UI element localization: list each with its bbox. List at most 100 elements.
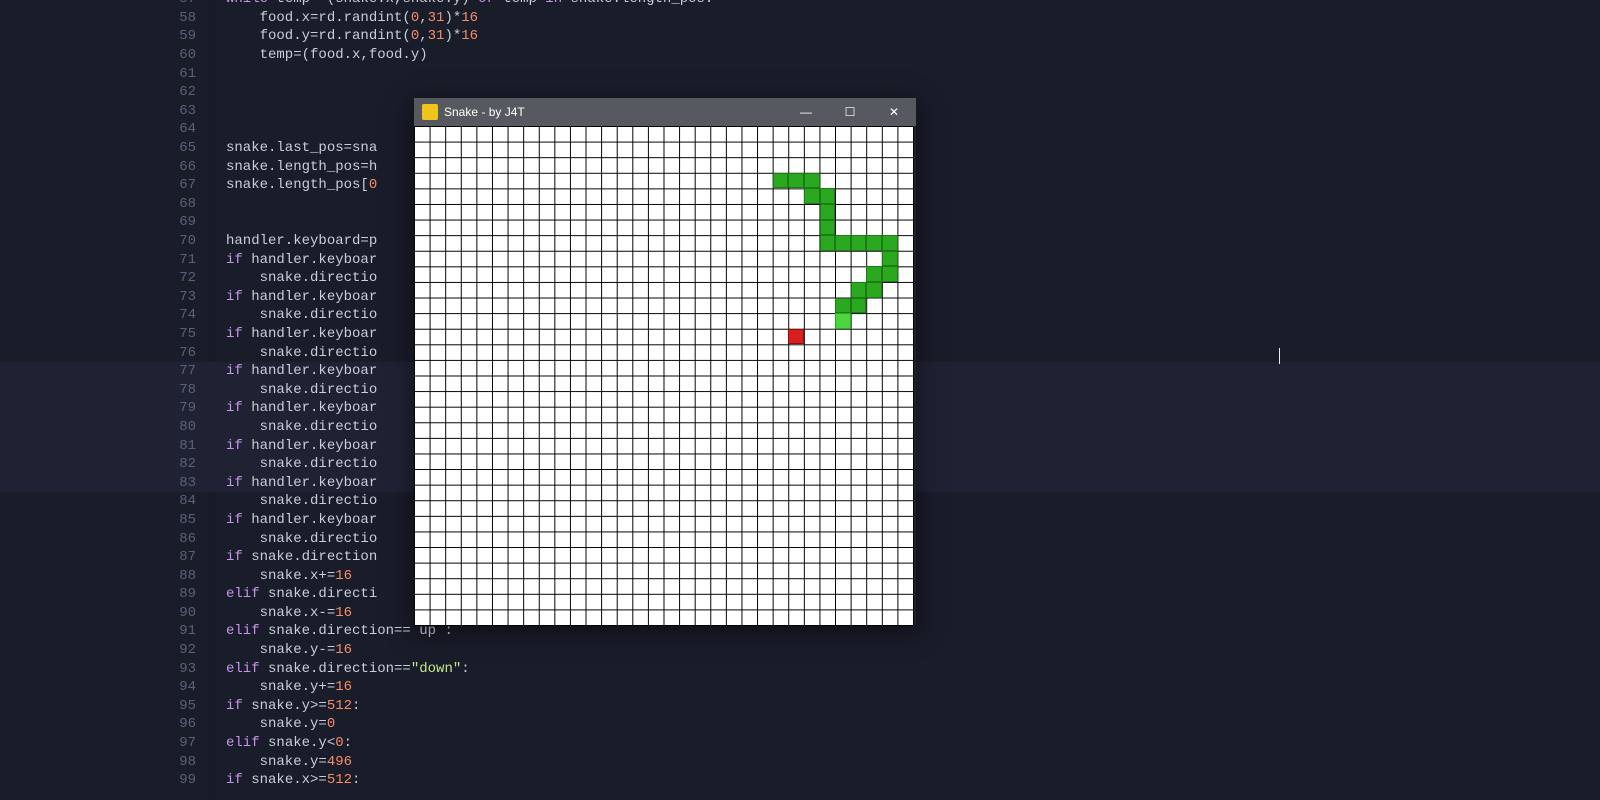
snake-segment xyxy=(851,235,867,251)
code-text[interactable]: food.x=rd.randint(0,31)*16 xyxy=(206,10,478,26)
code-text[interactable]: elif snake.y<0: xyxy=(206,735,352,751)
code-text[interactable]: food.y=rd.randint(0,31)*16 xyxy=(206,28,478,44)
line-number: 63 xyxy=(0,103,206,119)
line-number: 57 xyxy=(0,0,206,7)
line-number: 95 xyxy=(0,698,206,714)
line-number: 84 xyxy=(0,493,206,509)
snake-segment xyxy=(835,298,851,314)
code-text[interactable]: while temp==(snake.x,snake.y) or temp in… xyxy=(206,0,713,7)
line-number: 81 xyxy=(0,438,206,454)
code-text[interactable]: snake.x+=16 xyxy=(206,568,352,584)
game-titlebar[interactable]: Snake - by J4T — ☐ ✕ xyxy=(414,98,916,126)
line-number: 94 xyxy=(0,679,206,695)
code-text[interactable]: elif snake.direction=="down": xyxy=(206,661,470,677)
line-number: 87 xyxy=(0,549,206,565)
code-text[interactable]: if snake.y>=512: xyxy=(206,698,360,714)
line-number: 79 xyxy=(0,400,206,416)
code-text[interactable]: snake.directio xyxy=(206,419,377,435)
snake-segment xyxy=(851,282,867,298)
code-text[interactable]: if handler.keyboar xyxy=(206,363,377,379)
code-text[interactable]: snake.directio xyxy=(206,345,377,361)
code-text[interactable]: if handler.keyboar xyxy=(206,438,377,454)
line-number: 58 xyxy=(0,10,206,26)
python-icon xyxy=(422,104,438,120)
code-text[interactable]: if handler.keyboar xyxy=(206,512,377,528)
line-number: 73 xyxy=(0,289,206,305)
line-number: 88 xyxy=(0,568,206,584)
code-text[interactable]: if handler.keyboar xyxy=(206,289,377,305)
code-text[interactable]: snake.y+=16 xyxy=(206,679,352,695)
code-text[interactable]: snake.directio xyxy=(206,531,377,547)
line-number: 83 xyxy=(0,475,206,491)
line-number: 61 xyxy=(0,66,206,82)
code-text[interactable]: if handler.keyboar xyxy=(206,252,377,268)
code-text[interactable]: snake.directio xyxy=(206,493,377,509)
code-text[interactable]: if snake.x>=512: xyxy=(206,772,360,788)
line-number: 76 xyxy=(0,345,206,361)
code-text[interactable]: snake.length_pos=h xyxy=(206,159,377,175)
code-text[interactable]: snake.length_pos[0 xyxy=(206,177,377,193)
line-number: 91 xyxy=(0,623,206,639)
snake-segment xyxy=(820,235,836,251)
code-text[interactable]: snake.directio xyxy=(206,456,377,472)
code-line[interactable]: 60 temp=(food.x,food.y) xyxy=(0,46,1600,65)
code-line[interactable]: 95if snake.y>=512: xyxy=(0,697,1600,716)
code-text[interactable]: snake.y=496 xyxy=(206,754,352,770)
code-line[interactable]: 93elif snake.direction=="down": xyxy=(0,659,1600,678)
code-text[interactable]: elif snake.directi xyxy=(206,586,377,602)
line-number: 90 xyxy=(0,605,206,621)
line-number: 60 xyxy=(0,47,206,63)
snake-segment xyxy=(788,173,804,189)
close-button[interactable]: ✕ xyxy=(872,98,916,126)
code-text[interactable]: snake.x-=16 xyxy=(206,605,352,621)
line-number: 59 xyxy=(0,28,206,44)
code-text[interactable]: snake.directio xyxy=(206,382,377,398)
game-title: Snake - by J4T xyxy=(444,105,525,119)
code-text[interactable]: if handler.keyboar xyxy=(206,475,377,491)
code-line[interactable]: 96 snake.y=0 xyxy=(0,715,1600,734)
line-number: 78 xyxy=(0,382,206,398)
code-line[interactable]: 98 snake.y=496 xyxy=(0,752,1600,771)
line-number: 68 xyxy=(0,196,206,212)
code-line[interactable]: 97elif snake.y<0: xyxy=(0,734,1600,753)
code-text[interactable]: snake.directio xyxy=(206,270,377,286)
code-text[interactable]: temp=(food.x,food.y) xyxy=(206,47,428,63)
snake-segment xyxy=(820,188,836,204)
code-text[interactable]: if handler.keyboar xyxy=(206,326,377,342)
code-line[interactable]: 59 food.y=rd.randint(0,31)*16 xyxy=(0,27,1600,46)
line-number: 80 xyxy=(0,419,206,435)
code-text[interactable]: handler.keyboard=p xyxy=(206,233,377,249)
line-number: 67 xyxy=(0,177,206,193)
code-text[interactable]: if handler.keyboar xyxy=(206,400,377,416)
snake-segment xyxy=(773,173,789,189)
code-line[interactable]: 58 food.x=rd.randint(0,31)*16 xyxy=(0,9,1600,28)
snake-segment xyxy=(851,298,867,314)
code-text[interactable]: if snake.direction xyxy=(206,549,377,565)
snake-segment xyxy=(866,282,882,298)
minimize-button[interactable]: — xyxy=(784,98,828,126)
line-number: 86 xyxy=(0,531,206,547)
maximize-button[interactable]: ☐ xyxy=(828,98,872,126)
snake-segment xyxy=(882,235,898,251)
line-number: 97 xyxy=(0,735,206,751)
line-number: 77 xyxy=(0,363,206,379)
code-text[interactable]: snake.y-=16 xyxy=(206,642,352,658)
snake-segment xyxy=(866,235,882,251)
snake-segment xyxy=(820,204,836,220)
code-line[interactable]: 57while temp==(snake.x,snake.y) or temp … xyxy=(0,0,1600,9)
code-line[interactable]: 92 snake.y-=16 xyxy=(0,641,1600,660)
code-text[interactable]: snake.last_pos=sna xyxy=(206,140,377,156)
line-number: 96 xyxy=(0,716,206,732)
code-line[interactable]: 99if snake.x>=512: xyxy=(0,771,1600,790)
line-number: 99 xyxy=(0,772,206,788)
code-line[interactable]: 61 xyxy=(0,64,1600,83)
line-number: 70 xyxy=(0,233,206,249)
game-canvas[interactable] xyxy=(414,126,913,625)
code-line[interactable]: 94 snake.y+=16 xyxy=(0,678,1600,697)
code-text[interactable]: snake.directio xyxy=(206,307,377,323)
code-text[interactable]: snake.y=0 xyxy=(206,716,335,732)
snake-segment xyxy=(882,251,898,267)
snake-segment xyxy=(835,235,851,251)
line-number: 66 xyxy=(0,159,206,175)
snake-game-window[interactable]: Snake - by J4T — ☐ ✕ xyxy=(414,98,916,625)
